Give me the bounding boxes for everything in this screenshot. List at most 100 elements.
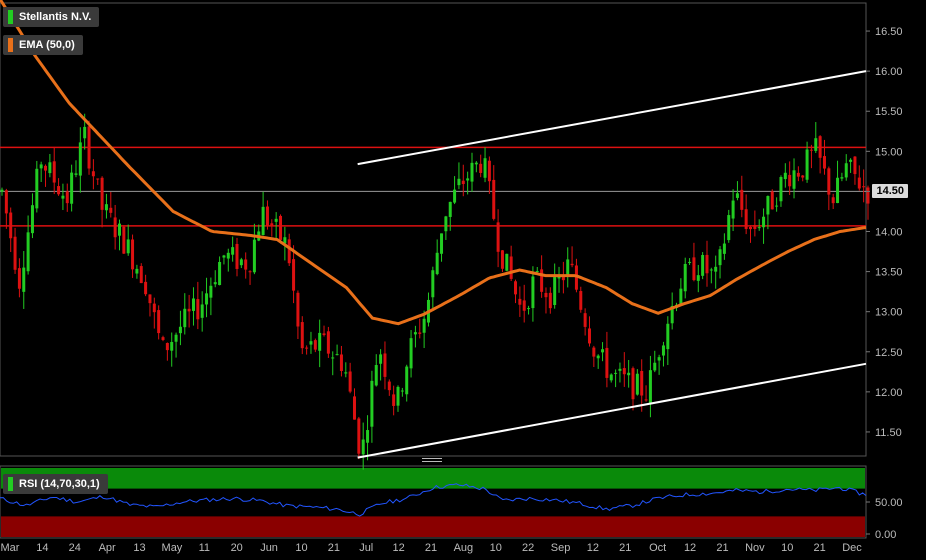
candle-body <box>444 216 448 232</box>
candle-body <box>509 256 513 279</box>
chart-canvas: 11.50 12.00 12.50 13.00 13.50 14.00 14.50 15.00… <box>0 0 903 554</box>
time-tick-label: Jul <box>359 542 373 554</box>
candle-body <box>583 313 587 327</box>
candle-body <box>688 261 692 263</box>
time-tick-label: Mar <box>1 542 20 554</box>
candle-body <box>52 161 56 183</box>
candle-body <box>26 232 30 272</box>
candle-body <box>631 368 635 400</box>
time-tick-label: 10 <box>781 542 793 554</box>
candle-body <box>13 236 17 270</box>
candle-body <box>657 357 661 361</box>
ema-legend[interactable]: EMA (50,0) <box>3 35 83 55</box>
candle-body <box>131 239 135 270</box>
candle-body <box>735 193 739 198</box>
candle-body <box>148 294 152 304</box>
candle-body <box>205 293 209 305</box>
candle-body <box>405 366 409 395</box>
candle-body <box>496 222 500 252</box>
candle-body <box>22 267 26 292</box>
candle-body <box>840 177 844 179</box>
candle-body <box>239 259 243 266</box>
candle-body <box>696 275 700 281</box>
price-tick-label: 12.00 <box>875 387 903 399</box>
candle-body <box>553 276 557 305</box>
channel-upper-line <box>357 70 867 166</box>
candle-body <box>705 254 709 274</box>
price-tick-label: 15.00 <box>875 146 903 158</box>
candle-body <box>0 189 4 192</box>
candle-body <box>479 163 483 173</box>
candle-body <box>279 215 283 240</box>
candle-body <box>505 253 509 271</box>
candle-body <box>366 430 370 443</box>
candle-body <box>853 156 857 175</box>
candle-body <box>396 386 400 406</box>
candle-body <box>727 215 731 241</box>
time-tick-label: 10 <box>295 542 307 554</box>
candle-body <box>44 165 48 171</box>
candle-body <box>309 341 313 345</box>
time-tick-label: 12 <box>684 542 696 554</box>
candle-body <box>809 149 813 151</box>
candle-body <box>605 347 609 378</box>
symbol-label: Stellantis N.V. <box>19 11 92 23</box>
candle-body <box>191 298 195 311</box>
candle-body <box>196 299 200 320</box>
candle-body <box>522 300 526 311</box>
candle-body <box>548 292 552 309</box>
candle-body <box>661 345 665 356</box>
candle-body <box>139 266 143 284</box>
rsi-label: RSI (14,70,30,1) <box>19 478 100 490</box>
candle-body <box>461 180 465 185</box>
candle-body <box>635 373 639 395</box>
candle-body <box>48 162 52 174</box>
candle-body <box>487 160 491 182</box>
candle-body <box>531 276 535 309</box>
candle-body <box>579 291 583 310</box>
candle-body <box>222 255 226 258</box>
time-tick-label: 14 <box>36 542 48 554</box>
candle-body <box>117 223 121 236</box>
candle-body <box>335 354 339 356</box>
pane-resize-handle[interactable] <box>422 458 442 464</box>
candle-body <box>749 226 753 230</box>
candle-body <box>527 308 531 310</box>
candle-body <box>409 338 413 369</box>
time-tick-label: 21 <box>619 542 631 554</box>
candle-body <box>540 269 544 292</box>
candle-body <box>518 298 522 305</box>
time-tick-label: Oct <box>649 542 666 554</box>
candle-body <box>104 204 108 211</box>
candle-body <box>187 308 191 312</box>
candle-body <box>70 172 74 204</box>
candle-body <box>74 173 78 175</box>
candle-body <box>100 177 104 210</box>
candle-body <box>596 355 600 359</box>
candle-body <box>457 178 461 186</box>
rsi-line <box>0 483 867 517</box>
candle-body <box>244 259 248 270</box>
candle-body <box>231 247 235 255</box>
ema-label: EMA (50,0) <box>19 39 75 51</box>
candle-body <box>344 372 348 374</box>
rsi-oversold-band <box>1 516 865 537</box>
time-tick-label: 21 <box>425 542 437 554</box>
candle-body <box>157 310 161 334</box>
candle-body <box>4 190 8 214</box>
rsi-legend[interactable]: RSI (14,70,30,1) <box>3 474 108 494</box>
candle-body <box>35 168 39 209</box>
rsi-axis: 0.00 50.00 <box>866 497 903 541</box>
candle-body <box>483 158 487 178</box>
candle-body <box>287 239 291 264</box>
candle-body <box>379 354 383 364</box>
candle-body <box>466 178 470 181</box>
candle-body <box>218 261 222 286</box>
last-price-value: 14.50 <box>876 185 904 198</box>
candle-body <box>770 191 774 210</box>
candle-body <box>640 370 644 396</box>
time-tick-label: May <box>162 542 183 554</box>
time-tick-label: Aug <box>454 542 474 554</box>
candle-body <box>274 218 278 222</box>
symbol-legend[interactable]: Stellantis N.V. <box>3 7 100 27</box>
